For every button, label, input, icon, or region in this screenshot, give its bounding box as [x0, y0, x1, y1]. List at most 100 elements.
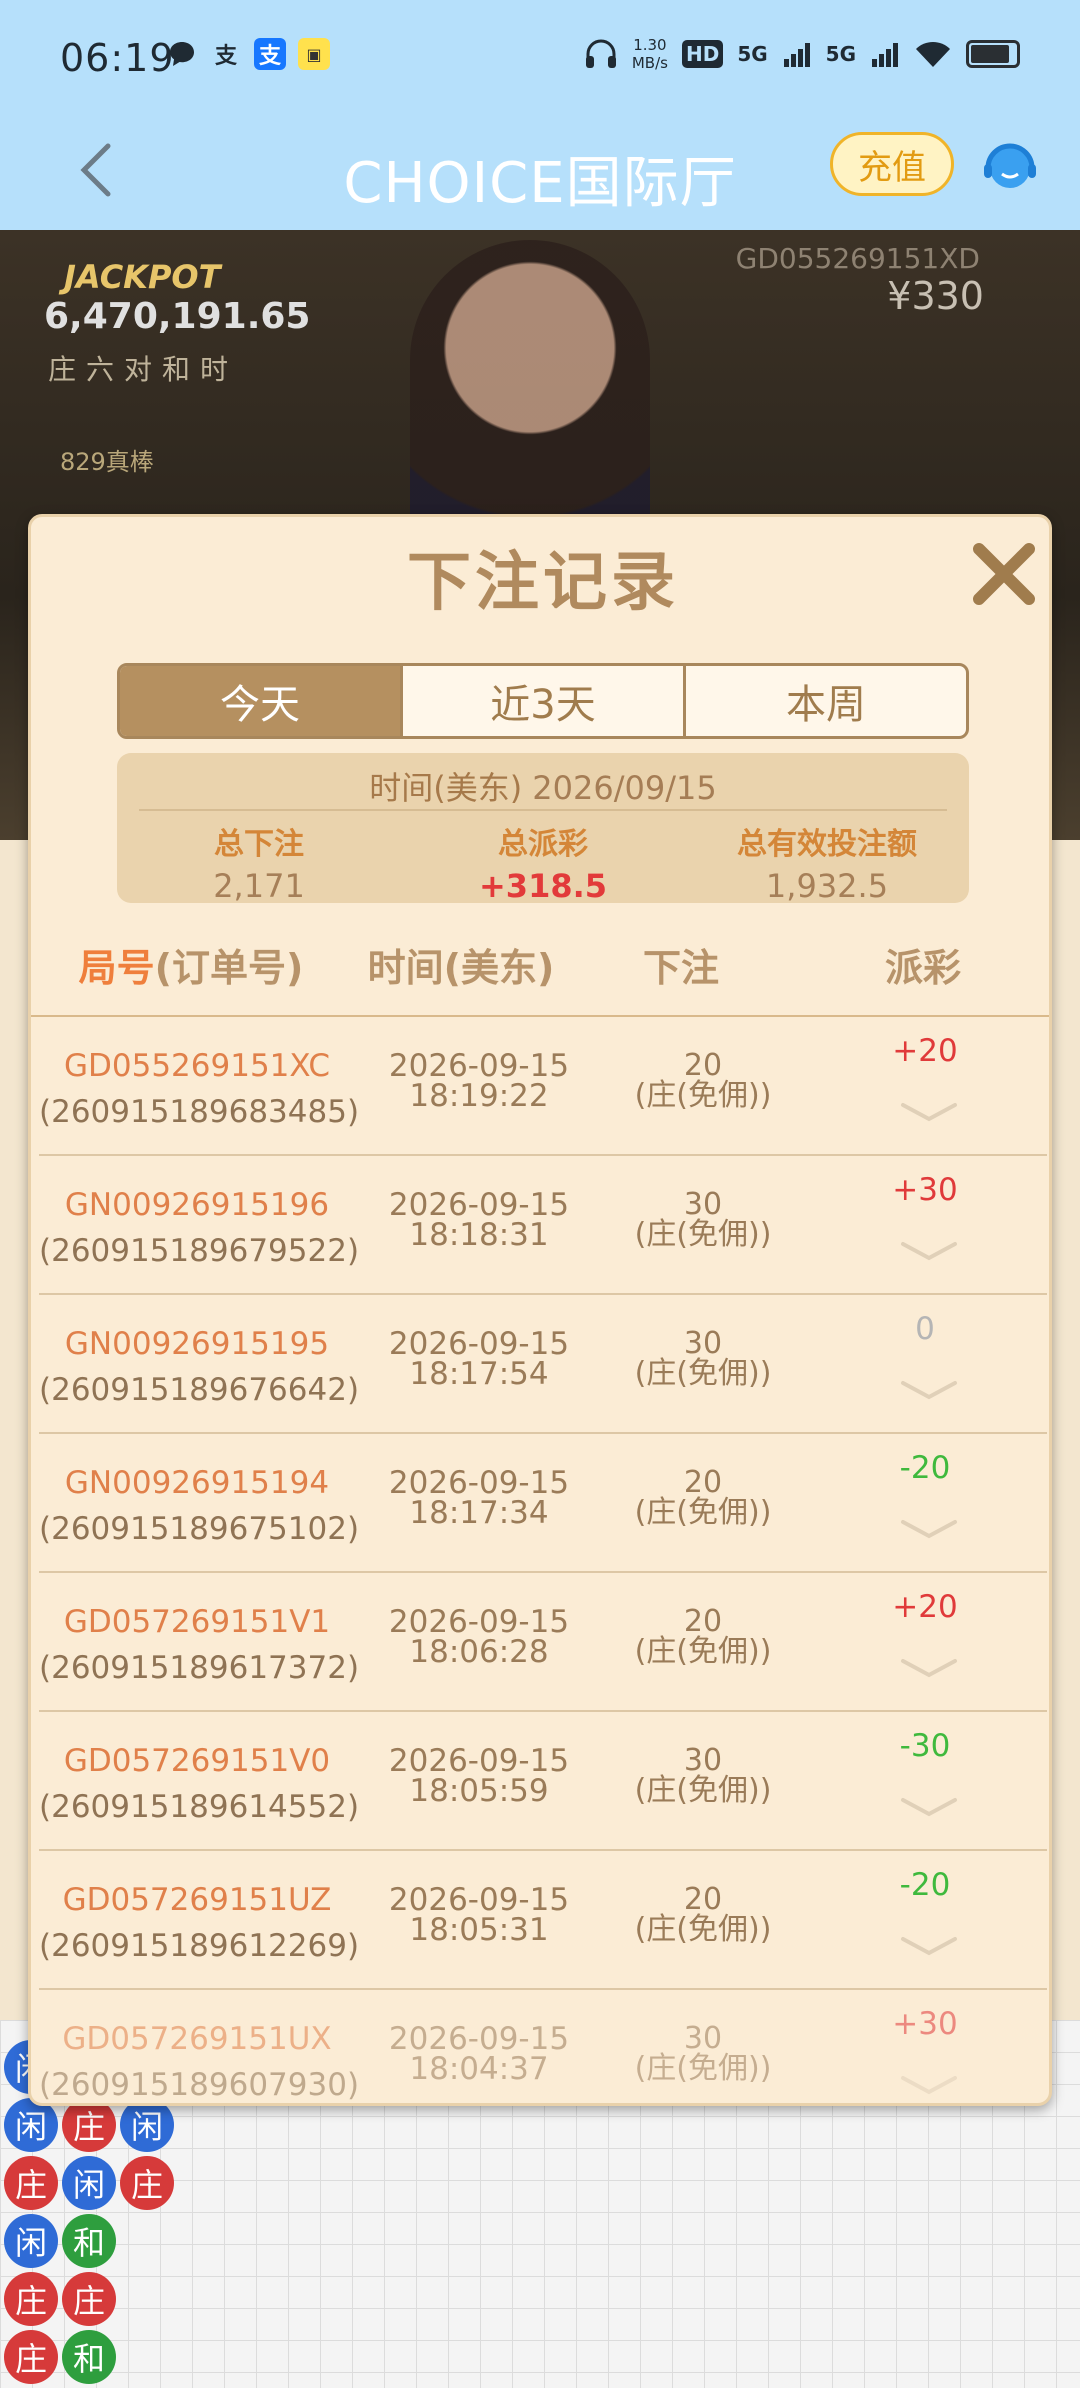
- tab-today[interactable]: 今天: [120, 666, 403, 736]
- payout-value: 0: [915, 1311, 935, 1347]
- record-time: 18:04:37: [409, 2051, 549, 2087]
- chevron-down-icon: [901, 1798, 957, 1817]
- table-row[interactable]: GD057269151UZ (260915189612269) 2026-09-15…: [39, 1851, 1047, 1990]
- chat-bubble-icon: [166, 38, 198, 70]
- bead-road-item: 闲: [4, 2214, 58, 2268]
- order-id: (260915189614552): [39, 1789, 360, 1825]
- record-list[interactable]: GD055269151XC (260915189683485) 2026-09-15…: [39, 1017, 1047, 2103]
- bead-road-item: 庄: [4, 2330, 58, 2384]
- time-cell: 2026-09-15 18:05:59: [369, 1746, 589, 1809]
- round-id: GD057269151V1: [63, 1604, 331, 1640]
- expand-button[interactable]: [899, 1097, 959, 1127]
- alipay-outline-icon: 支: [214, 44, 237, 69]
- round-cell: GD057269151V1 (260915189617372): [39, 1599, 360, 1691]
- round-cell: GD057269151UZ (260915189612269): [39, 1877, 360, 1969]
- bead-road-item: 闲: [120, 2098, 174, 2152]
- summary-panel: 时间(美东) 2026/09/15 总下注 2,171 总派彩 +318.5 总有…: [117, 753, 969, 905]
- expand-button[interactable]: [899, 1236, 959, 1266]
- bet-amount: 30: [683, 1743, 723, 1778]
- record-time: 18:18:31: [409, 1217, 549, 1253]
- bet-amount: ¥330: [887, 274, 984, 318]
- table-row[interactable]: GN00926915196 (260915189679522) 2026-09-15…: [39, 1156, 1047, 1295]
- record-date: 2026-09-15: [388, 1187, 570, 1223]
- record-date: 2026-09-15: [388, 1604, 570, 1640]
- chevron-down-icon: [901, 1381, 957, 1400]
- tab-3-days[interactable]: 近3天: [403, 666, 686, 736]
- bet-cell: 30 (庄(免佣)): [593, 1190, 813, 1250]
- chevron-down-icon: [901, 1937, 957, 1956]
- net-speed: 1.30 MB/s: [632, 36, 668, 72]
- record-date: 2026-09-15: [388, 1326, 570, 1362]
- payout-value: +30: [892, 1172, 958, 1208]
- table-row[interactable]: GD057269151V0 (260915189614552) 2026-09-15…: [39, 1712, 1047, 1851]
- notification-icons: 支 支 ▣: [166, 38, 330, 70]
- bet-type: (庄(免佣)): [634, 2051, 772, 2086]
- jackpot-label: JACKPOT: [64, 258, 221, 296]
- expand-button[interactable]: [899, 2070, 959, 2100]
- summary-divider: [139, 809, 947, 811]
- payout-value: +30: [892, 2006, 958, 2042]
- expand-button[interactable]: [899, 1931, 959, 1961]
- net-speed-unit: MB/s: [631, 54, 668, 72]
- round-cell: GD055269151XC (260915189683485): [39, 1043, 360, 1135]
- bead-road-item: 庄: [4, 2156, 58, 2210]
- bet-cell: 30 (庄(免佣)): [593, 2024, 813, 2084]
- order-id: (260915189676642): [39, 1372, 360, 1408]
- expand-button[interactable]: [899, 1653, 959, 1683]
- order-id: (260915189607930): [39, 2067, 360, 2103]
- table-header: 局号(订单号) 时间(美东) 下注 派彩: [31, 937, 1049, 993]
- signal-sim2-label: 5G: [825, 42, 856, 66]
- summary-total-bet: 总下注 2,171: [117, 813, 401, 905]
- time-cell: 2026-09-15 18:06:28: [369, 1604, 589, 1668]
- close-button[interactable]: [969, 539, 1039, 609]
- record-time: 18:05:59: [409, 1773, 549, 1809]
- hd-badge: HD: [681, 40, 724, 68]
- headset-support-icon: [984, 143, 1036, 188]
- chevron-down-icon: [901, 1659, 957, 1678]
- order-id: (260915189683485): [39, 1094, 360, 1130]
- bet-amount: 20: [683, 1882, 723, 1917]
- bead-road-item: 庄: [62, 2098, 116, 2152]
- record-time: 18:17:54: [409, 1356, 549, 1392]
- table-row[interactable]: GN00926915194 (260915189675102) 2026-09-15…: [39, 1434, 1047, 1573]
- round-cell: GN00926915194 (260915189675102): [39, 1460, 359, 1552]
- expand-button[interactable]: [899, 1792, 959, 1822]
- record-time: 18:05:31: [409, 1912, 549, 1948]
- status-bar: 06:19 支 支 ▣ 1.30 MB/s HD 5G 5G: [0, 0, 1080, 118]
- modal-title: 下注记录: [407, 546, 679, 620]
- bet-type: (庄(免佣)): [634, 1217, 772, 1252]
- record-date: 2026-09-15: [388, 1048, 570, 1084]
- table-row[interactable]: GN00926915195 (260915189676642) 2026-09-15…: [39, 1295, 1047, 1434]
- round-id: GD057269151V0: [63, 1743, 331, 1779]
- order-id: (260915189617372): [39, 1650, 360, 1686]
- table-row[interactable]: GD057269151V1 (260915189617372) 2026-09-15…: [39, 1573, 1047, 1712]
- summary-time-label: 时间(美东): [369, 769, 523, 807]
- round-id: GN00926915195: [64, 1326, 330, 1362]
- bead-road-item: 庄: [62, 2272, 116, 2326]
- alipay-icon: 支: [254, 38, 286, 70]
- payout-value: +20: [892, 1589, 958, 1625]
- payout-value: -20: [899, 1450, 951, 1486]
- tab-this-week[interactable]: 本周: [686, 666, 966, 736]
- payout-value: -30: [899, 1728, 951, 1764]
- bet-type: (庄(免佣)): [634, 1495, 772, 1530]
- time-cell: 2026-09-15 18:17:54: [369, 1326, 589, 1392]
- round-cell: GN00926915196 (260915189679522): [39, 1182, 360, 1274]
- table-row[interactable]: GD055269151XC (260915189683485) 2026-09-15…: [39, 1017, 1047, 1156]
- column-time: 时间(美东): [367, 946, 555, 990]
- customer-service-button[interactable]: [980, 136, 1040, 196]
- likes-text: 829真棒: [60, 448, 154, 476]
- round-id: GD055269151XC: [63, 1048, 331, 1084]
- expand-button[interactable]: [899, 1514, 959, 1544]
- bet-amount: 20: [683, 1465, 723, 1500]
- net-speed-value: 1.30: [633, 36, 667, 54]
- round-cell: GN00926915195 (260915189676642): [39, 1321, 360, 1413]
- table-row[interactable]: GD057269151UX (260915189607930) 2026-09-15…: [39, 1990, 1047, 2103]
- bet-cell: 30 (庄(免佣)): [593, 1746, 813, 1806]
- order-id: (260915189612269): [39, 1928, 360, 1964]
- record-date: 2026-09-15: [388, 2021, 570, 2057]
- order-id: (260915189679522): [39, 1233, 360, 1269]
- expand-button[interactable]: [899, 1375, 959, 1405]
- recharge-button[interactable]: 充值: [830, 132, 954, 196]
- signal-bars-icon: [783, 43, 810, 67]
